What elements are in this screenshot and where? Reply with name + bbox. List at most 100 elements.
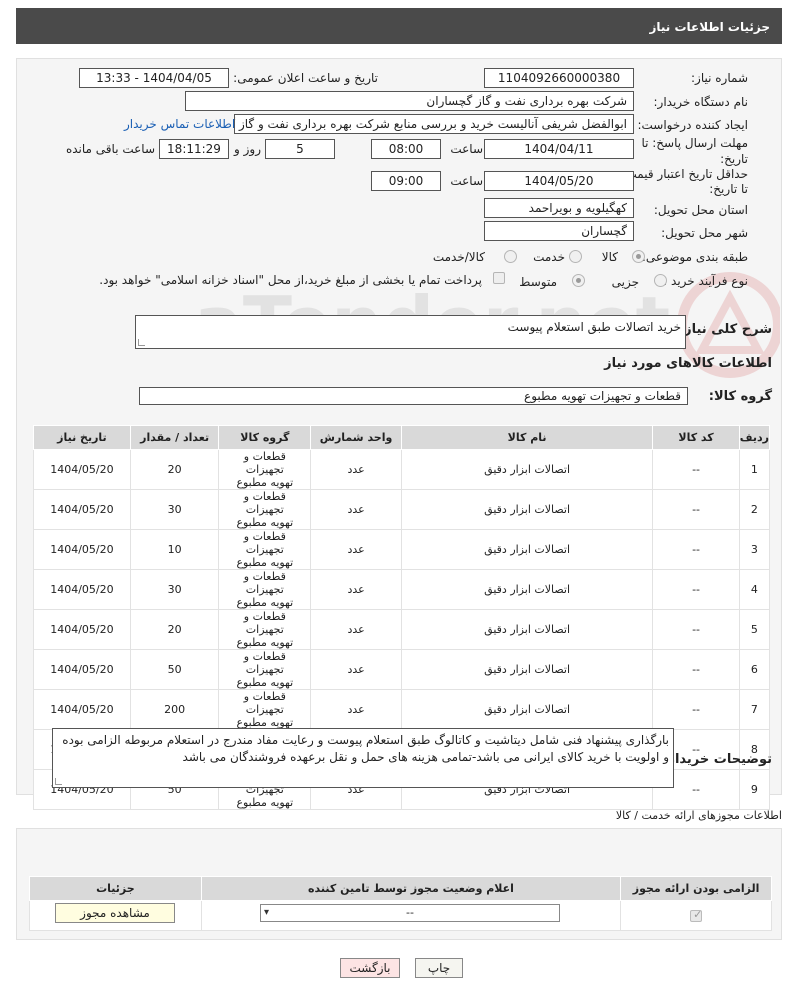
item-name-cell: اتصالات ابزار دقیق xyxy=(400,569,654,610)
need-date-cell: 1404/05/20 xyxy=(33,449,131,490)
table-row: 4 -- اتصالات ابزار دقیق عدد قطعات و تجهیزات … xyxy=(33,569,771,610)
row-index-cell: 7 xyxy=(738,689,771,730)
category-radio-goods-service[interactable] xyxy=(504,250,517,263)
quantity-cell: 50 xyxy=(129,649,220,690)
need-date-cell: 1404/05/20 xyxy=(33,489,131,530)
buyer-notes-text: بارگذاری پیشنهاد فنی شامل دیتاشیت و کاتا… xyxy=(62,733,669,764)
days-label: روز و xyxy=(234,142,261,156)
back-button[interactable]: بازگشت xyxy=(340,958,400,978)
item-code-cell: -- xyxy=(652,449,740,490)
row-index-cell: 4 xyxy=(738,569,771,610)
group-cell: قطعات و تجهیزات تهویه مطبوع xyxy=(218,609,312,650)
buyer-contact-link[interactable]: اطلاعات تماس خریدار xyxy=(124,117,235,131)
page-title: جزئیات اطلاعات نیاز xyxy=(649,20,770,34)
buyer-org-label: نام دستگاه خریدار: xyxy=(653,95,749,109)
process-label: نوع فرآیند خرید : xyxy=(663,274,748,288)
quantity-cell: 20 xyxy=(129,609,220,650)
table-row: 1 -- اتصالات ابزار دقیق عدد قطعات و تجهیزات … xyxy=(33,449,771,490)
check-icon: ✓ xyxy=(693,908,703,921)
item-code-cell: -- xyxy=(652,689,740,730)
group-cell: قطعات و تجهیزات تهویه مطبوع xyxy=(218,529,312,570)
need-date-cell: 1404/05/20 xyxy=(33,689,131,730)
group-cell: قطعات و تجهیزات تهویه مطبوع xyxy=(218,649,312,690)
category-option-goods-service: کالا/خدمت xyxy=(432,250,485,264)
province-field: کهگیلویه و بویراحمد xyxy=(484,198,634,218)
reply-deadline-label: مهلت ارسال پاسخ: تا xyxy=(641,136,748,150)
unit-cell: عدد xyxy=(310,689,402,730)
unit-cell: عدد xyxy=(310,609,402,650)
row-index-cell: 1 xyxy=(738,449,771,490)
permit-status-value: -- xyxy=(406,906,414,919)
buyer-notes-textarea: بارگذاری پیشنهاد فنی شامل دیتاشیت و کاتا… xyxy=(52,728,674,788)
item-code-cell: -- xyxy=(652,529,740,570)
group-cell: قطعات و تجهیزات تهویه مطبوع xyxy=(218,489,312,530)
group-cell: قطعات و تجهیزات تهویه مطبوع xyxy=(218,569,312,610)
row-index-cell: 6 xyxy=(738,649,771,690)
goods-table-header: ردیف کد کالا نام کالا واحد شمارش گروه کا… xyxy=(33,425,771,450)
reply-time-field: 08:00 xyxy=(371,139,441,159)
unit-cell: عدد xyxy=(310,489,402,530)
row-index-cell: 2 xyxy=(738,489,771,530)
col-header-qty: تعداد / مقدار xyxy=(129,425,220,450)
quantity-cell: 10 xyxy=(129,529,220,570)
creator-field: ابوالفضل شریفی آنالیست خرید و بررسی مناب… xyxy=(234,114,634,134)
unit-cell: عدد xyxy=(310,529,402,570)
col-header-details: جزئیات xyxy=(29,876,202,901)
col-header-unit: واحد شمارش xyxy=(310,425,402,450)
quantity-cell: 30 xyxy=(129,569,220,610)
announce-field: 1404/04/05 - 13:33 xyxy=(79,68,229,88)
permit-required-cell: ✓ xyxy=(620,900,772,931)
reply-time-label: ساعت xyxy=(450,142,483,156)
col-header-date: تاریخ نیاز xyxy=(33,425,131,450)
item-name-cell: اتصالات ابزار دقیق xyxy=(400,649,654,690)
price-time-field: 09:00 xyxy=(371,171,441,191)
price-validity-label-2: تا تاریخ: xyxy=(709,182,748,196)
col-header-status: اعلام وضعیت مجوز توسط تامین کننده xyxy=(200,876,622,901)
goods-section-title: اطلاعات کالاهای مورد نیاز xyxy=(604,356,772,371)
chevron-down-icon: ▾ xyxy=(264,907,270,918)
view-permit-button[interactable]: مشاهده مجوز xyxy=(55,903,175,923)
table-row: 7 -- اتصالات ابزار دقیق عدد قطعات و تجهیزات … xyxy=(33,689,771,730)
quantity-cell: 20 xyxy=(129,449,220,490)
col-header-required: الزامی بودن ارائه مجوز xyxy=(620,876,772,901)
remaining-time-label: ساعت باقی مانده xyxy=(65,142,155,156)
city-field: گچساران xyxy=(484,221,634,241)
permit-status-select[interactable]: ▾ -- xyxy=(260,904,560,922)
category-radio-service[interactable] xyxy=(569,250,582,263)
col-header-code: کد کالا xyxy=(652,425,740,450)
process-radio-minor[interactable] xyxy=(654,274,667,287)
print-button[interactable]: چاپ xyxy=(415,958,463,978)
permit-required-checkbox[interactable]: ✓ xyxy=(690,908,703,922)
unit-cell: عدد xyxy=(310,449,402,490)
item-name-cell: اتصالات ابزار دقیق xyxy=(400,489,654,530)
page-header: جزئیات اطلاعات نیاز xyxy=(16,8,782,44)
col-header-row: ردیف xyxy=(738,425,771,450)
permits-table-header: الزامی بودن ارائه مجوز اعلام وضعیت مجوز … xyxy=(29,876,772,901)
unit-cell: عدد xyxy=(310,569,402,610)
reply-deadline-label-2: تاریخ: xyxy=(720,152,748,166)
treasury-payment-checkbox[interactable] xyxy=(493,272,505,284)
group-cell: قطعات و تجهیزات تهویه مطبوع xyxy=(218,689,312,730)
table-row: 2 -- اتصالات ابزار دقیق عدد قطعات و تجهیزات … xyxy=(33,489,771,530)
city-label: شهر محل تحویل: xyxy=(661,226,748,240)
category-option-goods: کالا xyxy=(601,250,618,264)
group-cell: قطعات و تجهیزات تهویه مطبوع xyxy=(218,449,312,490)
process-option-medium: متوسط xyxy=(519,275,557,289)
description-text: خرید اتصالات طبق استعلام پیوست xyxy=(507,320,681,334)
item-code-cell: -- xyxy=(652,609,740,650)
treasury-payment-note: پرداخت تمام یا بخشی از مبلغ خرید،از محل … xyxy=(99,273,482,287)
creator-label: ایجاد کننده درخواست: xyxy=(637,118,748,132)
process-radio-medium[interactable] xyxy=(572,274,585,287)
goods-group-label: گروه کالا: xyxy=(708,389,772,404)
item-code-cell: -- xyxy=(652,649,740,690)
category-radio-goods[interactable] xyxy=(632,250,645,263)
need-number-label: شماره نیاز: xyxy=(691,71,748,85)
row-index-cell: 5 xyxy=(738,609,771,650)
col-header-group: گروه کالا xyxy=(218,425,312,450)
col-header-name: نام کالا xyxy=(400,425,654,450)
quantity-cell: 30 xyxy=(129,489,220,530)
need-number-field: 1104092660000380 xyxy=(484,68,634,88)
buyer-org-field: شرکت بهره برداری نفت و گاز گچساران xyxy=(185,91,634,111)
permits-title: اطلاعات مجوزهای ارائه خدمت / کالا xyxy=(615,809,782,822)
buyer-notes-label: توضیحات خریدار: xyxy=(662,752,772,767)
